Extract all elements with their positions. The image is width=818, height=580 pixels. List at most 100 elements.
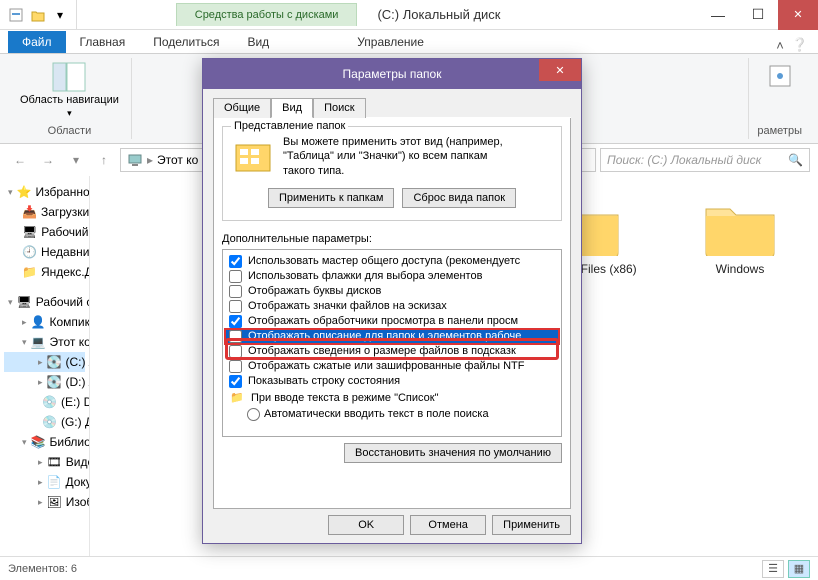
back-button[interactable]: ← <box>8 148 32 172</box>
option-row[interactable]: Показывать строку состояния <box>225 374 559 389</box>
option-checkbox[interactable] <box>229 315 242 328</box>
tree-cdrive[interactable]: ▸💽(C:) Локальный диск <box>4 352 85 372</box>
tree-libraries[interactable]: ▾📚Библиотеки <box>4 432 85 452</box>
option-label: Отображать описание для папок и элементо… <box>248 330 521 342</box>
help-icon[interactable]: ❔ <box>792 37 808 53</box>
desktop-icon: 🖥 <box>17 294 32 310</box>
maximize-button[interactable]: ☐ <box>738 0 778 30</box>
option-checkbox[interactable] <box>229 375 242 388</box>
tree-favorites[interactable]: ▾⭐Избранное <box>4 182 85 202</box>
recent-dropdown-button[interactable]: ▾ <box>64 148 88 172</box>
tab-file[interactable]: Файл <box>8 31 66 53</box>
tree-documents[interactable]: ▸📄Документы <box>4 472 85 492</box>
restore-defaults-button[interactable]: Восстановить значения по умолчанию <box>344 443 562 463</box>
tree-label: Недавние места <box>41 245 90 259</box>
tree-label: Яндекс.Диск <box>41 265 90 279</box>
tree-edrive[interactable]: 💿(E:) DVD RW дисковод <box>4 392 85 412</box>
qat-dropdown-icon[interactable]: ▾ <box>50 5 70 25</box>
window-title: (C:) Локальный диск <box>377 7 500 22</box>
option-row[interactable]: Отображать обработчики просмотра в панел… <box>225 314 559 329</box>
tab-share[interactable]: Поделиться <box>139 31 233 53</box>
dialog-tab-view[interactable]: Вид <box>271 98 313 118</box>
icons-view-button[interactable]: ▦ <box>788 560 810 578</box>
option-row[interactable]: Использовать флажки для выбора элементов <box>225 269 559 284</box>
option-row[interactable]: Отображать значки файлов на эскизах <box>225 299 559 314</box>
dialog-close-button[interactable]: ✕ <box>539 59 581 81</box>
download-icon: 📥 <box>22 204 37 220</box>
option-label: Отображать буквы дисков <box>248 285 381 297</box>
apply-to-folders-button[interactable]: Применить к папкам <box>268 188 395 208</box>
options-button[interactable] <box>762 60 798 92</box>
advanced-settings-label: Дополнительные параметры: <box>222 233 562 245</box>
option-checkbox[interactable] <box>229 300 242 313</box>
folder-thumbnail-icon <box>233 135 273 175</box>
folder-item[interactable]: Windows <box>680 194 800 538</box>
navigation-pane-label: Область навигации <box>20 94 119 106</box>
ok-button[interactable]: OK <box>328 515 404 535</box>
tree-gdrive[interactable]: 💿(G:) Дисковод BD-ROM <box>4 412 85 432</box>
search-placeholder: Поиск: (C:) Локальный диск <box>607 153 761 167</box>
option-checkbox[interactable] <box>229 360 242 373</box>
option-label: Отображать значки файлов на эскизах <box>248 300 447 312</box>
tree-images[interactable]: ▸🖼Изображения <box>4 492 85 512</box>
tree-desktop-root[interactable]: ▾🖥Рабочий стол <box>4 292 85 312</box>
option-checkbox[interactable] <box>229 255 242 268</box>
folder-views-desc: Вы можете применить этот вид (например, <box>283 135 503 149</box>
folder-icon <box>701 194 779 256</box>
search-input[interactable]: Поиск: (C:) Локальный диск 🔍 <box>600 148 810 172</box>
qat-properties-icon[interactable] <box>6 5 26 25</box>
option-checkbox[interactable] <box>229 285 242 298</box>
video-icon: 🎞 <box>47 454 62 470</box>
close-button[interactable]: ✕ <box>778 0 818 30</box>
tree-ddrive[interactable]: ▸💽(D:) Локальный диск <box>4 372 85 392</box>
forward-button[interactable]: → <box>36 148 60 172</box>
option-row[interactable]: Отображать буквы дисков <box>225 284 559 299</box>
up-button[interactable]: ↑ <box>92 148 116 172</box>
option-label: Отображать сведения о размере файлов в п… <box>248 345 516 357</box>
tree-label: (G:) Дисковод BD-ROM <box>61 415 90 429</box>
tree-video[interactable]: ▸🎞Видео <box>4 452 85 472</box>
breadcrumb-segment[interactable]: Этот ко <box>157 153 198 167</box>
computer-icon: 💻 <box>31 334 46 350</box>
dialog-titlebar[interactable]: Параметры папок ✕ <box>203 59 581 89</box>
option-row[interactable]: Использовать мастер общего доступа (реко… <box>225 254 559 269</box>
option-tree-node[interactable]: 📁При вводе текста в режиме "Список" <box>225 389 559 407</box>
tree-label: Рабочий стол <box>36 295 90 309</box>
option-radio-row[interactable]: Автоматически вводить текст в поле поиск… <box>225 407 559 422</box>
tree-recent[interactable]: 🕘Недавние места <box>4 242 85 262</box>
details-view-button[interactable]: ☰ <box>762 560 784 578</box>
advanced-options-list[interactable]: Использовать мастер общего доступа (реко… <box>222 249 562 437</box>
desktop-icon: 🖥 <box>22 224 37 240</box>
apply-button[interactable]: Применить <box>492 515 571 535</box>
option-checkbox[interactable] <box>229 270 242 283</box>
cancel-button[interactable]: Отмена <box>410 515 486 535</box>
tree-desktop[interactable]: 🖥Рабочий стол <box>4 222 85 242</box>
option-row[interactable]: Отображать сведения о размере файлов в п… <box>225 344 559 359</box>
tree-label: Рабочий стол <box>41 225 90 239</box>
option-checkbox[interactable] <box>229 330 242 343</box>
tree-compik[interactable]: ▸👤Компик <box>4 312 85 332</box>
tab-view[interactable]: Вид <box>233 31 283 53</box>
navigation-pane-button[interactable]: Область навигации ▾ <box>16 60 123 121</box>
search-icon[interactable]: 🔍 <box>788 153 803 167</box>
dialog-footer: OK Отмена Применить <box>213 509 571 535</box>
window-titlebar: ▾ Средства работы с дисками (C:) Локальн… <box>0 0 818 30</box>
option-row[interactable]: Отображать сжатые или зашифрованные файл… <box>225 359 559 374</box>
drive-icon: 💽 <box>47 354 62 370</box>
tree-thispc[interactable]: ▾💻Этот компьютер <box>4 332 85 352</box>
tab-home[interactable]: Главная <box>66 31 140 53</box>
minimize-button[interactable]: — <box>698 0 738 30</box>
tab-manage[interactable]: Управление <box>343 31 438 53</box>
option-radio[interactable] <box>247 408 260 421</box>
ribbon-collapse-icon[interactable]: ˄ <box>776 38 784 53</box>
reset-folders-button[interactable]: Сброс вида папок <box>402 188 516 208</box>
tree-yandexdisk[interactable]: 📁Яндекс.Диск <box>4 262 85 282</box>
tree-downloads[interactable]: 📥Загрузки <box>4 202 85 222</box>
qat-newfolder-icon[interactable] <box>28 5 48 25</box>
dialog-tab-search[interactable]: Поиск <box>313 98 365 118</box>
folder-views-group: Представление папок Вы можете применить … <box>222 126 562 221</box>
dialog-tab-general[interactable]: Общие <box>213 98 271 118</box>
option-label: При вводе текста в режиме "Список" <box>251 392 438 404</box>
option-checkbox[interactable] <box>229 345 242 358</box>
option-row-highlighted[interactable]: Отображать описание для папок и элементо… <box>225 329 559 344</box>
